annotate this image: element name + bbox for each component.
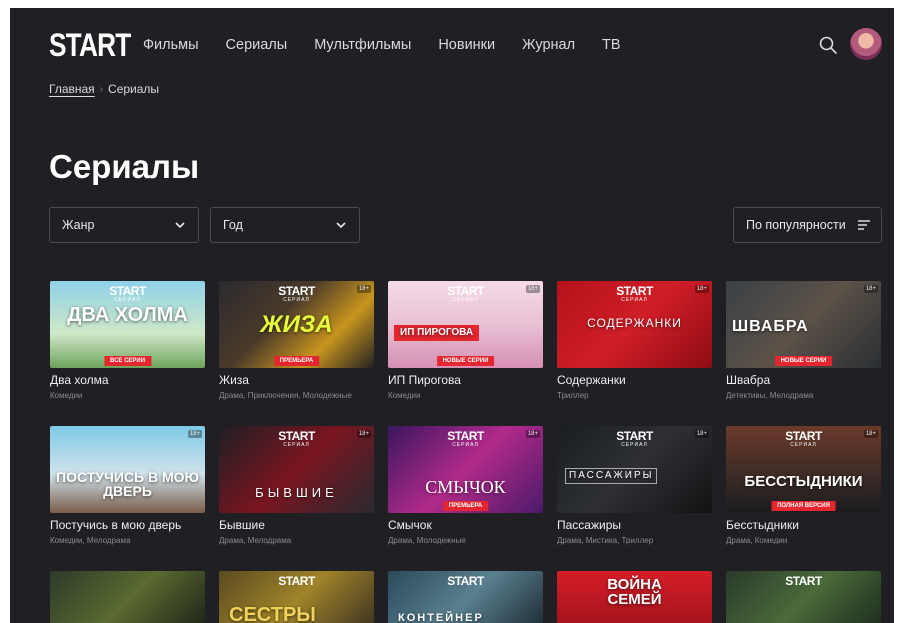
poster-title-art: СЕСТРЫ [229,604,316,623]
poster-title-art: КОНТЕЙНЕР [398,612,484,623]
chevron-down-icon [336,222,346,229]
poster-title-art: БЫВШИЕ [255,485,338,500]
series-poster[interactable]: START [726,571,881,623]
series-title[interactable]: Бесстыдники [726,518,799,532]
age-rating-badge: 18+ [525,285,540,293]
year-dropdown[interactable]: Год [210,207,360,243]
start-brand-mark: START СЕРИАЛ [785,429,822,448]
series-genres: Драма, Мелодрама [219,536,292,545]
start-brand-mark: START [785,574,822,588]
poster-title-art: ЖИЗА [260,311,333,338]
page-title: Сериалы [49,148,200,185]
series-title[interactable]: Два холма [50,373,109,387]
series-poster[interactable]: START СЕРИАЛ 18+ ИП ПИРОГОВА НОВЫЕ СЕРИИ [388,281,543,368]
breadcrumb-home-link[interactable]: Главная [49,82,95,96]
nav-item-series[interactable]: Сериалы [226,36,288,54]
age-rating-badge: 18+ [356,285,371,293]
sort-icon [858,220,870,230]
age-rating-badge: 18+ [863,285,878,293]
series-genres: Драма, Комедии [726,536,788,545]
start-brand-mark: START [447,574,484,588]
series-genres: Комедии, Мелодрама [50,536,131,545]
sort-dropdown[interactable]: По популярности [733,207,882,243]
age-rating-badge: 18+ [694,285,709,293]
series-poster[interactable]: START СЕРИАЛ 18+ ПАССАЖИРЫ [557,426,712,513]
start-brand-mark: START СЕРИАЛ [447,429,484,448]
age-rating-badge: 18+ [694,430,709,438]
series-poster[interactable]: START СЕРИАЛ ДВА ХОЛМА ВСЕ СЕРИИ [50,281,205,368]
chevron-right-icon: › [99,83,104,95]
breadcrumb: Главная › Сериалы [49,82,159,96]
series-genres: Драма, Мистика, Триллер [557,536,654,545]
series-title[interactable]: Постучись в мою дверь [50,518,181,532]
genre-dropdown-label: Жанр [62,218,95,232]
start-brand-mark: START СЕРИАЛ [616,429,653,448]
nav-item-journal[interactable]: Журнал [522,36,575,54]
series-poster[interactable]: 18+ ПОСТУЧИСЬ В МОЮ ДВЕРЬ [50,426,205,513]
series-title[interactable]: Смычок [388,518,432,532]
poster-badge: ВСЕ СЕРИИ [103,356,152,366]
start-brand-mark: START СЕРИАЛ [278,429,315,448]
start-brand-mark: START [278,574,315,588]
series-genres: Комедии [388,391,421,400]
nav-item-new[interactable]: Новинки [438,36,495,54]
series-title[interactable]: Пассажиры [557,518,621,532]
poster-title-art: ВОЙНА СЕМЕЙ [607,576,662,608]
poster-title-art: СМЫЧОК [425,477,506,497]
age-rating-badge: 18+ [863,430,878,438]
series-genres: Комедии [50,391,83,400]
poster-badge: ПРЕМЬЕРА [273,356,320,366]
year-dropdown-label: Год [223,218,243,232]
poster-title-art: ПОСТУЧИСЬ В МОЮ ДВЕРЬ [56,469,199,499]
search-icon[interactable] [818,35,838,55]
series-title[interactable]: ИП Пирогова [388,373,461,387]
age-rating-badge: 18+ [525,430,540,438]
series-title[interactable]: Жиза [219,373,249,387]
start-brand-mark: START СЕРИАЛ [616,284,653,303]
sort-dropdown-label: По популярности [746,218,846,232]
series-poster[interactable]: START СЕРИАЛ 18+ ЖИЗА ПРЕМЬЕРА [219,281,374,368]
poster-title-art: ДВА ХОЛМА [67,304,188,326]
breadcrumb-current: Сериалы [108,82,160,96]
start-logo[interactable]: START [49,28,131,62]
series-poster[interactable]: START КОНТЕЙНЕР [388,571,543,623]
start-brand-mark: START СЕРИАЛ [109,284,146,303]
series-poster[interactable]: ВОЙНА СЕМЕЙ [557,571,712,623]
age-rating-badge: 18+ [356,430,371,438]
series-genres: Детективы, Мелодрама [726,391,814,400]
start-brand-mark: START СЕРИАЛ [278,284,315,303]
chevron-down-icon [175,222,185,229]
genre-dropdown[interactable]: Жанр [49,207,199,243]
series-poster[interactable]: START СЕРИАЛ 18+ БЕССТЫДНИКИ ПОЛНАЯ ВЕРСИ… [726,426,881,513]
series-title[interactable]: Швабра [726,373,770,387]
series-poster[interactable]: 18+ ШВАБРА НОВЫЕ СЕРИИ [726,281,881,368]
main-nav: Фильмы Сериалы Мультфильмы Новинки Журна… [143,36,648,54]
nav-item-films[interactable]: Фильмы [143,36,199,54]
start-brand-mark: START СЕРИАЛ [447,284,484,303]
poster-title-art: СОДЕРЖАНКИ [587,316,682,330]
series-genres: Драма, Приключения, Молодежные [219,391,352,400]
poster-badge: НОВЫЕ СЕРИИ [774,356,833,366]
poster-title-art: ШВАБРА [732,318,809,335]
nav-item-cartoons[interactable]: Мультфильмы [314,36,411,54]
series-poster[interactable] [50,571,205,623]
nav-item-tv[interactable]: ТВ [602,36,621,54]
poster-badge: ПОЛНАЯ ВЕРСИЯ [771,501,836,511]
poster-title-art: БЕССТЫДНИКИ [744,473,863,490]
series-title[interactable]: Содержанки [557,373,626,387]
poster-title-art: ИП ПИРОГОВА [394,325,480,341]
user-avatar[interactable] [850,28,882,60]
age-rating-badge: 18+ [187,430,202,438]
app-window: START Фильмы Сериалы Мультфильмы Новинки… [10,8,894,623]
series-poster[interactable]: START СЕРИАЛ 18+ СМЫЧОК ПРЕМЬЕРА [388,426,543,513]
series-title[interactable]: Бывшие [219,518,265,532]
series-poster[interactable]: START СЕСТРЫ [219,571,374,623]
poster-title-art: ПАССАЖИРЫ [565,468,658,484]
series-genres: Драма, Молодежные [388,536,466,545]
series-genres: Триллер [557,391,589,400]
series-poster[interactable]: START СЕРИАЛ 18+ БЫВШИЕ [219,426,374,513]
poster-badge: ПРЕМЬЕРА [442,501,489,511]
series-poster[interactable]: START СЕРИАЛ 18+ СОДЕРЖАНКИ [557,281,712,368]
poster-badge: НОВЫЕ СЕРИИ [436,356,495,366]
